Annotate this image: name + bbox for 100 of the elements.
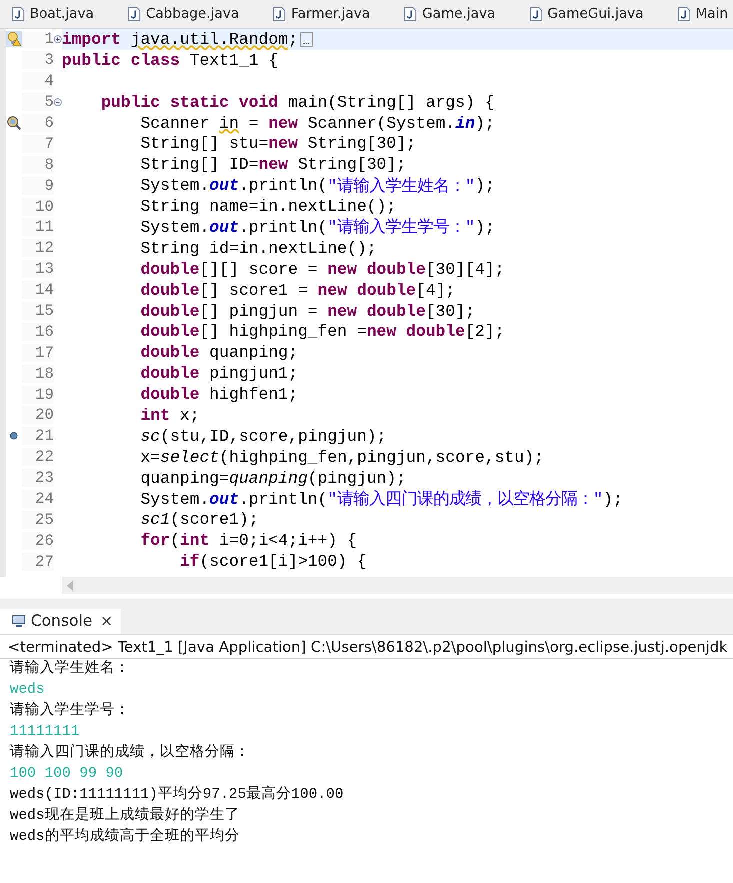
warning-bulb-icon xyxy=(6,31,22,48)
line-number: 19 xyxy=(22,386,54,404)
line-number: 24 xyxy=(22,490,54,508)
code-text: [30][4]; xyxy=(426,260,505,279)
line-number: 5 xyxy=(22,93,54,112)
editor-tab[interactable]: Main xyxy=(666,0,733,28)
line-number: 13 xyxy=(22,260,54,278)
console-tab[interactable]: Console × xyxy=(0,609,122,634)
java-file-icon xyxy=(12,6,25,22)
line-number: 10 xyxy=(22,198,54,216)
folded-code-box[interactable] xyxy=(300,32,314,47)
java-file-icon xyxy=(530,6,543,22)
line-number: 21 xyxy=(22,427,54,446)
java-file-icon xyxy=(678,6,691,22)
console-line: 请输入四门课的成绩，以空格分隔： xyxy=(10,743,251,763)
code-text: Scanner xyxy=(140,114,211,132)
method-call: sc1 xyxy=(140,510,170,530)
java-file-icon xyxy=(128,6,142,22)
line-number: 8 xyxy=(22,156,54,174)
code-text: i=0;i<4;i++) { xyxy=(218,531,358,550)
expand-icon[interactable] xyxy=(54,34,62,44)
console-line: weds xyxy=(10,681,46,700)
keyword: public static void xyxy=(100,92,278,112)
keyword: new xyxy=(258,155,288,174)
line-number: 20 xyxy=(22,406,54,424)
line-number: 9 xyxy=(22,176,54,195)
code-text: (score1); xyxy=(170,510,259,530)
code-text: [] highping_fen = xyxy=(200,322,367,342)
keyword: double xyxy=(140,364,200,384)
editor-tab[interactable]: Farmer.java xyxy=(261,0,392,28)
code-text: [4]; xyxy=(416,280,456,300)
console-header: <terminated> Text1_1 [Java Application] C:\Users\86182\.p2\pool\plugins\org.eclipse.justj.openjdk xyxy=(0,635,733,659)
code-text: .println( xyxy=(239,490,328,509)
console-line: 请输入学生学号： xyxy=(10,701,131,721)
console-line: weds的平均成绩高于全班的平均分 xyxy=(10,827,241,847)
monitor-icon xyxy=(12,614,26,628)
code-text: System. xyxy=(140,490,210,509)
keyword: import xyxy=(62,30,122,49)
editor-tab[interactable]: GameGui.java xyxy=(518,0,666,28)
line-number: 14 xyxy=(22,281,54,300)
code-text: String id=in.nextLine(); xyxy=(140,238,377,258)
keyword: new double xyxy=(318,280,416,300)
line-number: 22 xyxy=(22,448,54,466)
code-text: String[30]; xyxy=(306,134,416,154)
magnifier-icon xyxy=(6,115,22,131)
editor-tab[interactable]: Cabbage.java xyxy=(116,0,262,28)
code-text: quanping; xyxy=(208,343,298,362)
string-literal: "请输入学生学号：" xyxy=(328,217,476,238)
keyword: int xyxy=(140,406,170,425)
code-text: .println( xyxy=(239,176,328,196)
code-text: x; xyxy=(179,406,200,425)
code-text: in xyxy=(219,114,240,132)
code-text: (highping_fen,pingjun,score,stu); xyxy=(219,448,544,467)
code-text: (score1[i]>100) { xyxy=(200,552,367,572)
keyword: if xyxy=(179,552,200,572)
keyword: for xyxy=(140,531,170,550)
scroll-left-icon[interactable] xyxy=(66,580,74,590)
line-number: 25 xyxy=(22,510,54,529)
code-text: [30]; xyxy=(426,302,476,321)
horizontal-scrollbar[interactable] xyxy=(62,577,733,594)
method-call: sc xyxy=(140,426,160,446)
keyword: new xyxy=(268,134,298,154)
keyword: double xyxy=(140,280,200,300)
console-line: 请输入学生姓名： xyxy=(10,659,131,679)
code-text: System. xyxy=(140,176,210,196)
line-number: 27 xyxy=(22,552,54,571)
java-file-icon xyxy=(273,6,286,22)
code-text: Scanner(System. xyxy=(306,114,456,132)
code-text: String[] ID= xyxy=(140,155,259,174)
close-button[interactable]: × xyxy=(100,612,114,630)
editor-tab[interactable]: Boat.java xyxy=(0,0,116,28)
code-text: .println( xyxy=(239,218,328,237)
code-text: java.util.Random xyxy=(130,30,288,49)
string-literal: "请输入四门课的成绩，以空格分隔：" xyxy=(328,489,604,510)
collapse-icon[interactable] xyxy=(54,98,62,107)
static-field: out xyxy=(210,176,240,196)
line-number: 23 xyxy=(22,469,54,488)
breakpoint-dot-icon xyxy=(10,432,18,440)
keyword: new double xyxy=(328,302,426,321)
method-call: quanping xyxy=(229,468,308,488)
keyword: double xyxy=(140,260,200,279)
line-number: 26 xyxy=(22,532,54,550)
line-number: 6 xyxy=(22,114,54,132)
keyword: double xyxy=(140,385,200,404)
editor-tab[interactable]: Game.java xyxy=(392,0,518,28)
keyword: double xyxy=(140,322,200,342)
code-text: ; xyxy=(288,30,298,49)
keyword: new xyxy=(268,114,298,132)
line-number: 18 xyxy=(22,364,54,383)
keyword: double xyxy=(140,302,200,321)
method-call: select xyxy=(160,448,220,467)
code-text: [2]; xyxy=(465,322,505,342)
line-number: 3 xyxy=(22,51,54,70)
line-number: 12 xyxy=(22,239,54,258)
console-line: weds现在是班上成绩最好的学生了 xyxy=(10,806,241,826)
static-field: out xyxy=(210,490,240,509)
code-text: ); xyxy=(603,490,623,509)
code-text: Text1_1 { xyxy=(188,50,278,70)
line-number: 17 xyxy=(22,344,54,362)
code-text: String[30]; xyxy=(297,155,406,174)
